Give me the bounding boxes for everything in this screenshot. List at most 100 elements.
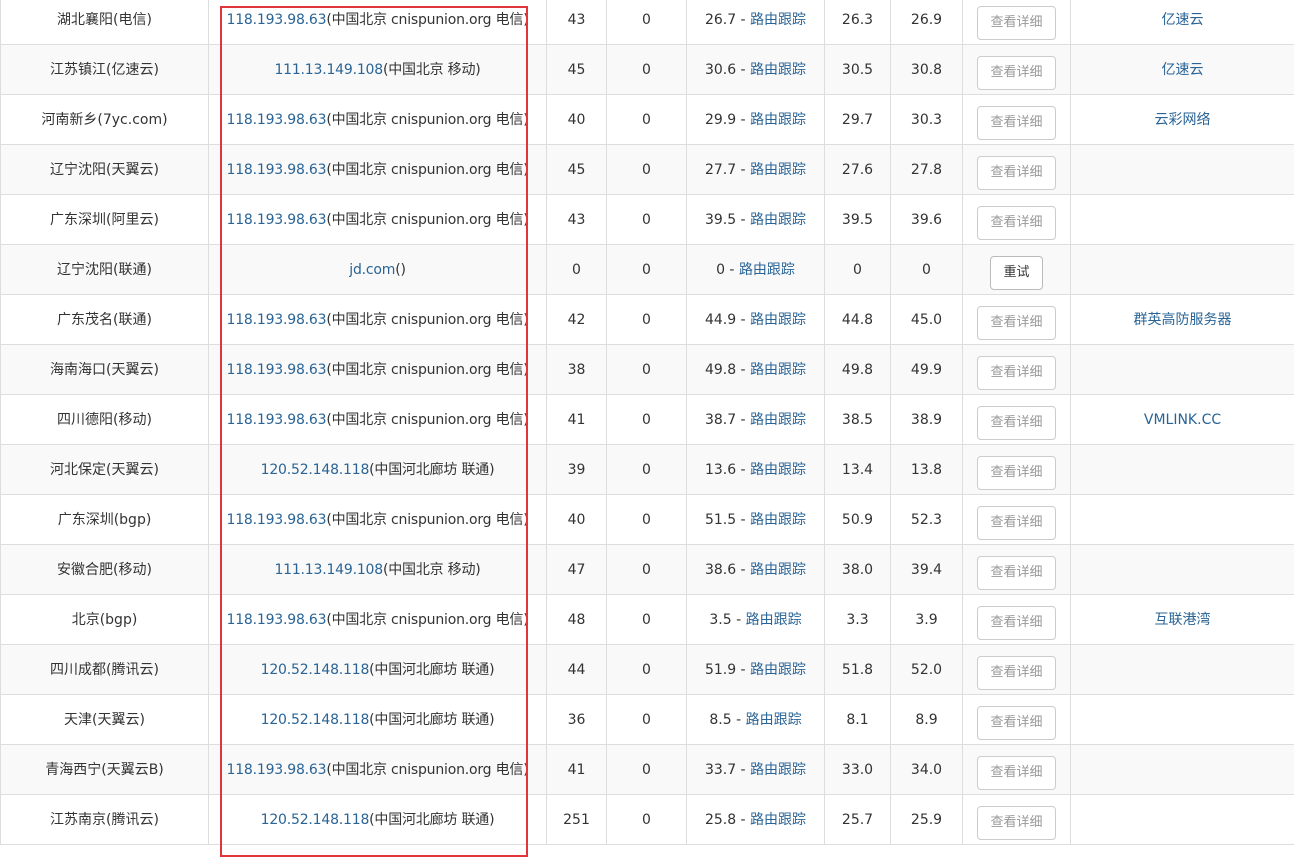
node-name: 江苏镇江(亿速云): [50, 62, 159, 78]
min-cell: 38.5: [824, 394, 891, 445]
min-cell: 13.4: [824, 444, 891, 495]
view-details-button[interactable]: 查看详细: [977, 656, 1056, 690]
trace-route-link[interactable]: 路由跟踪: [750, 462, 806, 478]
view-details-button[interactable]: 查看详细: [977, 806, 1056, 840]
view-details-button[interactable]: 查看详细: [977, 506, 1056, 540]
max-value: 26.9: [910, 12, 943, 28]
ip-link[interactable]: 120.52.148.118: [261, 812, 370, 828]
table-row: 北京(bgp) 118.193.98.63(中国北京 cnispunion.or…: [0, 594, 1294, 645]
trace-route-link[interactable]: 路由跟踪: [750, 812, 806, 828]
node-cell: 四川德阳(移动): [0, 394, 209, 445]
ip-link[interactable]: 118.193.98.63: [227, 762, 327, 778]
trace-route-link[interactable]: 路由跟踪: [750, 412, 806, 428]
sponsor-cell: [1070, 494, 1294, 545]
max-value: 52.3: [910, 512, 943, 528]
avg-value: 0: [716, 262, 725, 278]
loss-cell: 0: [606, 244, 687, 295]
view-details-button[interactable]: 查看详细: [977, 556, 1056, 590]
view-details-button[interactable]: 查看详细: [977, 606, 1056, 640]
view-details-button[interactable]: 查看详细: [977, 706, 1056, 740]
ip-link[interactable]: 118.193.98.63: [227, 162, 327, 178]
sponsor-link[interactable]: 亿速云: [1162, 12, 1204, 28]
ttl-value: 40: [567, 512, 586, 528]
avg-cell: 33.7 - 路由跟踪: [686, 744, 825, 795]
view-details-button[interactable]: 查看详细: [977, 56, 1056, 90]
node-cell: 江苏镇江(亿速云): [0, 44, 209, 95]
ttl-value: 39: [567, 462, 586, 478]
action-cell: 查看详细: [962, 294, 1071, 345]
trace-route-link[interactable]: 路由跟踪: [750, 762, 806, 778]
ip-link[interactable]: 118.193.98.63: [227, 12, 327, 28]
ip-link[interactable]: 120.52.148.118: [261, 712, 370, 728]
sponsor-cell: [1070, 194, 1294, 245]
node-cell: 河南新乡(7yc.com): [0, 94, 209, 145]
min-cell: 51.8: [824, 644, 891, 695]
ip-link[interactable]: 118.193.98.63: [227, 362, 327, 378]
min-value: 33.0: [841, 762, 874, 778]
ip-link[interactable]: 120.52.148.118: [261, 662, 370, 678]
ip-location: (中国北京 cnispunion.org 电信): [326, 362, 529, 378]
trace-route-link[interactable]: 路由跟踪: [750, 112, 806, 128]
ip-link[interactable]: jd.com: [349, 262, 395, 278]
ip-location: (): [395, 262, 406, 278]
view-details-button[interactable]: 查看详细: [977, 756, 1056, 790]
view-details-button[interactable]: 查看详细: [977, 456, 1056, 490]
avg-value: 44.9: [704, 312, 737, 328]
trace-route-link[interactable]: 路由跟踪: [750, 162, 806, 178]
sponsor-link[interactable]: 群英高防服务器: [1134, 312, 1232, 328]
ttl-value: 48: [567, 612, 586, 628]
view-details-button[interactable]: 查看详细: [977, 406, 1056, 440]
ttl-cell: 41: [546, 744, 607, 795]
ip-link[interactable]: 118.193.98.63: [227, 312, 327, 328]
max-value: 13.8: [910, 462, 943, 478]
min-cell: 27.6: [824, 144, 891, 195]
avg-value: 51.9: [704, 662, 737, 678]
ip-link[interactable]: 118.193.98.63: [227, 612, 327, 628]
min-cell: 49.8: [824, 344, 891, 395]
ip-link[interactable]: 118.193.98.63: [227, 512, 327, 528]
node-cell: 广东茂名(联通): [0, 294, 209, 345]
ip-link[interactable]: 111.13.149.108: [274, 62, 383, 78]
trace-route-link[interactable]: 路由跟踪: [750, 12, 806, 28]
min-cell: 29.7: [824, 94, 891, 145]
retry-button[interactable]: 重试: [990, 256, 1043, 290]
trace-route-link[interactable]: 路由跟踪: [750, 562, 806, 578]
trace-route-link[interactable]: 路由跟踪: [750, 362, 806, 378]
ip-link[interactable]: 120.52.148.118: [261, 462, 370, 478]
view-details-button[interactable]: 查看详细: [977, 306, 1056, 340]
view-details-button[interactable]: 查看详细: [977, 356, 1056, 390]
trace-route-link[interactable]: 路由跟踪: [750, 212, 806, 228]
resolved-ip-cell: 118.193.98.63(中国北京 cnispunion.org 电信): [208, 144, 547, 195]
loss-value: 0: [642, 512, 651, 528]
ip-link[interactable]: 111.13.149.108: [274, 562, 383, 578]
node-name: 海南海口(天翼云): [50, 362, 159, 378]
sponsor-link[interactable]: 亿速云: [1162, 62, 1204, 78]
view-details-button[interactable]: 查看详细: [977, 156, 1056, 190]
sponsor-link[interactable]: 互联港湾: [1155, 612, 1211, 628]
view-details-button[interactable]: 查看详细: [977, 206, 1056, 240]
sponsor-link[interactable]: 云彩网络: [1155, 112, 1211, 128]
loss-cell: 0: [606, 94, 687, 145]
max-value: 27.8: [910, 162, 943, 178]
table-row: 天津(天翼云) 120.52.148.118(中国河北廊坊 联通) 36 0 8…: [0, 694, 1294, 745]
loss-cell: 0: [606, 544, 687, 595]
ip-link[interactable]: 118.193.98.63: [227, 112, 327, 128]
ip-link[interactable]: 118.193.98.63: [227, 212, 327, 228]
trace-route-link[interactable]: 路由跟踪: [750, 62, 806, 78]
loss-value: 0: [642, 312, 651, 328]
table-row: 广东深圳(bgp) 118.193.98.63(中国北京 cnispunion.…: [0, 494, 1294, 545]
ip-link[interactable]: 118.193.98.63: [227, 412, 327, 428]
trace-route-link[interactable]: 路由跟踪: [750, 312, 806, 328]
loss-cell: 0: [606, 494, 687, 545]
trace-route-link[interactable]: 路由跟踪: [739, 262, 795, 278]
ttl-cell: 39: [546, 444, 607, 495]
min-value: 0: [853, 262, 862, 278]
trace-route-link[interactable]: 路由跟踪: [746, 612, 802, 628]
trace-route-link[interactable]: 路由跟踪: [750, 662, 806, 678]
action-cell: 查看详细: [962, 194, 1071, 245]
trace-route-link[interactable]: 路由跟踪: [746, 712, 802, 728]
view-details-button[interactable]: 查看详细: [977, 106, 1056, 140]
trace-route-link[interactable]: 路由跟踪: [750, 512, 806, 528]
view-details-button[interactable]: 查看详细: [977, 6, 1056, 40]
sponsor-link[interactable]: VMLINK.CC: [1144, 412, 1221, 428]
